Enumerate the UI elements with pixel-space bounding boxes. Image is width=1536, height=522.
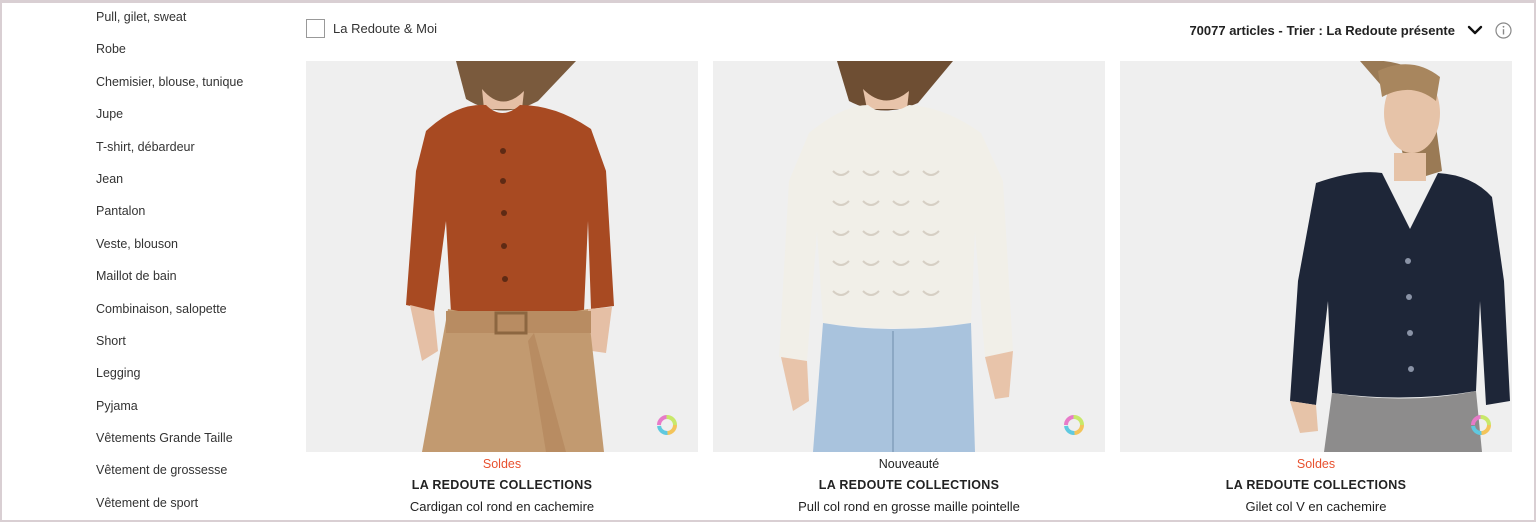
product-brand: LA REDOUTE COLLECTIONS: [818, 478, 1000, 492]
product-badge: Soldes: [482, 457, 522, 471]
model-photo: [406, 61, 614, 452]
sidebar-item-pantalon[interactable]: Pantalon: [96, 202, 286, 234]
sidebar-item-jean[interactable]: Jean: [96, 170, 286, 202]
product-brand: LA REDOUTE COLLECTIONS: [411, 478, 593, 492]
article-count: 70077 articles -: [1189, 22, 1283, 38]
chevron-down-icon[interactable]: [1467, 22, 1483, 38]
sidebar-item-grossesse[interactable]: Vêtement de grossesse: [96, 461, 286, 493]
sidebar-item-short[interactable]: Short: [96, 332, 286, 364]
product-name[interactable]: Pull col rond en grosse maille pointelle: [713, 499, 1105, 515]
color-wheel-icon[interactable]: [1063, 414, 1085, 436]
sidebar-item-chemisier[interactable]: Chemisier, blouse, tunique: [96, 73, 286, 105]
color-wheel-icon[interactable]: [1470, 414, 1492, 436]
product-image[interactable]: [1120, 61, 1512, 452]
product-name[interactable]: Cardigan col rond en cachemire: [306, 499, 698, 515]
product-badge: Nouveauté: [878, 457, 940, 471]
color-wheel-icon[interactable]: [656, 414, 678, 436]
listing-toolbar: La Redoute & Moi 70077 articles - Trier …: [306, 19, 1512, 41]
sort-control: 70077 articles - Trier : La Redoute prés…: [1189, 19, 1512, 41]
sidebar-item-maillot[interactable]: Maillot de bain: [96, 267, 286, 299]
sidebar-item-sport[interactable]: Vêtement de sport: [96, 494, 286, 522]
sidebar-item-pull[interactable]: Pull, gilet, sweat: [96, 8, 286, 40]
product-brand: LA REDOUTE COLLECTIONS: [1225, 478, 1407, 492]
product-badge: Soldes: [1296, 457, 1336, 471]
product-image[interactable]: [713, 61, 1105, 452]
product-image[interactable]: [306, 61, 698, 452]
sidebar-item-veste[interactable]: Veste, blouson: [96, 235, 286, 267]
product-card[interactable]: Nouveauté LA REDOUTE COLLECTIONS Pull co…: [713, 61, 1105, 515]
checkbox-icon[interactable]: [306, 19, 325, 38]
filter-la-redoute-moi[interactable]: La Redoute & Moi: [306, 19, 437, 38]
sidebar-item-tshirt[interactable]: T-shirt, débardeur: [96, 138, 286, 170]
sidebar-item-robe[interactable]: Robe: [96, 40, 286, 72]
filter-label: La Redoute & Moi: [333, 21, 438, 36]
sort-dropdown[interactable]: Trier : La Redoute présente: [1287, 23, 1455, 38]
sidebar-item-grande-taille[interactable]: Vêtements Grande Taille: [96, 429, 286, 461]
info-icon[interactable]: [1495, 21, 1512, 39]
model-photo: [1290, 61, 1510, 452]
product-card[interactable]: Soldes LA REDOUTE COLLECTIONS Cardigan c…: [306, 61, 698, 515]
sidebar-item-combinaison[interactable]: Combinaison, salopette: [96, 300, 286, 332]
sidebar-item-pyjama[interactable]: Pyjama: [96, 397, 286, 429]
model-photo: [779, 61, 1013, 452]
sidebar-item-legging[interactable]: Legging: [96, 364, 286, 396]
product-name[interactable]: Gilet col V en cachemire: [1120, 499, 1512, 515]
sidebar-item-jupe[interactable]: Jupe: [96, 105, 286, 137]
product-card[interactable]: Soldes LA REDOUTE COLLECTIONS Gilet col …: [1120, 61, 1512, 515]
category-sidebar: Pull, gilet, sweat Robe Chemisier, blous…: [96, 8, 286, 522]
